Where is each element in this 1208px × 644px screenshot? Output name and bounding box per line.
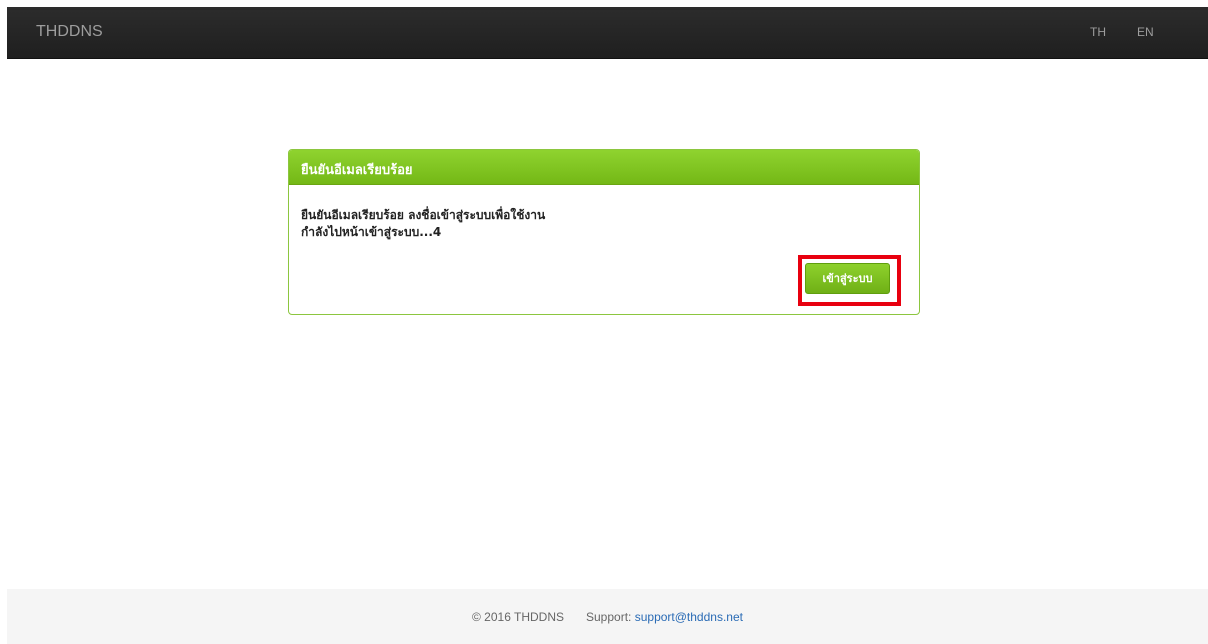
top-navbar: THDDNS TH EN [7, 7, 1208, 59]
footer-support-label: Support: [586, 610, 632, 624]
brand-link[interactable]: THDDNS [36, 23, 103, 41]
panel-title: ยืนยันอีเมลเรียบร้อย [289, 150, 919, 185]
footer-copyright: © 2016 THDDNS [472, 610, 564, 624]
panel-body: ยืนยันอีเมลเรียบร้อย ลงชื่อเข้าสู่ระบบเพ… [289, 185, 919, 314]
footer-text: © 2016 THDDNS Support: support@thddns.net [7, 610, 1208, 624]
login-button[interactable]: เข้าสู่ระบบ [805, 263, 890, 294]
footer: © 2016 THDDNS Support: support@thddns.net [7, 589, 1208, 644]
support-email-link[interactable]: support@thddns.net [635, 610, 743, 624]
confirmation-panel: ยืนยันอีเมลเรียบร้อย ยืนยันอีเมลเรียบร้อ… [288, 149, 920, 315]
lang-th-link[interactable]: TH [1090, 25, 1106, 39]
redirect-countdown-message: กำลังไปหน้าเข้าสู่ระบบ...4 [301, 225, 442, 239]
lang-en-link[interactable]: EN [1137, 25, 1154, 39]
